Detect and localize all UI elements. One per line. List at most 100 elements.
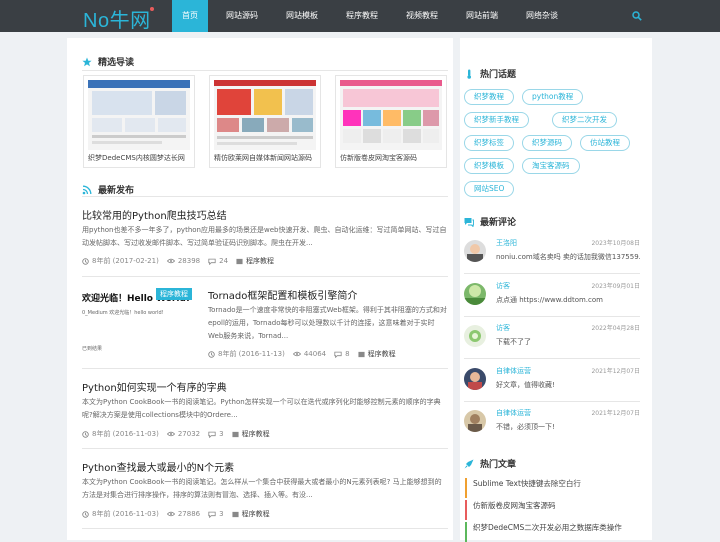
nav-misc[interactable]: 网络杂谈 <box>516 0 568 32</box>
tag[interactable]: 织梦教程 <box>464 89 514 105</box>
post-time: 8年前 (2016-11-03) <box>82 509 159 519</box>
avatar <box>464 410 486 432</box>
main-nav: 首页 网站源码 网站模板 程序教程 视频教程 网站前端 网络杂谈 <box>172 0 576 32</box>
clock-icon <box>82 257 89 265</box>
featured-caption: 精仿欧莱网自媒体新闻网站源码 <box>214 154 312 162</box>
tag[interactable]: 织梦新手教程 <box>464 112 529 128</box>
post-category[interactable]: 程序教程 <box>358 349 396 359</box>
post-time: 8年前 (2017-02-21) <box>82 256 159 266</box>
post-meta: 8年前 (2016-11-13) 44064 8 程序教程 <box>208 349 404 359</box>
tag[interactable]: 织梦二次开发 <box>552 112 617 128</box>
divider <box>82 528 448 529</box>
folder-icon <box>232 431 239 437</box>
comment-author[interactable]: 王洛阳 <box>496 238 517 248</box>
top-navbar: No牛网 首页 网站源码 网站模板 程序教程 视频教程 网站前端 网络杂谈 <box>0 0 720 32</box>
post-meta: 8年前 (2017-02-21) 28398 24 程序教程 <box>82 256 282 266</box>
tag[interactable]: 织梦模板 <box>464 158 514 174</box>
comment-date: 2023年10月08日 <box>591 240 640 247</box>
nav-templates[interactable]: 网站模板 <box>276 0 328 32</box>
post-category[interactable]: 程序教程 <box>232 429 270 439</box>
eye-icon <box>166 511 175 517</box>
rss-icon <box>82 185 92 194</box>
nav-tutorials[interactable]: 程序教程 <box>336 0 388 32</box>
featured-card-2[interactable]: 精仿欧莱网自媒体新闻网站源码 <box>209 75 321 168</box>
thumb-line: 已到结果 <box>82 346 103 352</box>
post-title[interactable]: 比较常用的Python爬虫技巧总结 <box>82 207 227 222</box>
featured-card-3[interactable]: 仿新版卷皮网淘宝客源码 <box>335 75 447 168</box>
comment-author[interactable]: 访客 <box>496 281 510 291</box>
comment-author[interactable]: 自律体运营 <box>496 366 531 376</box>
tag[interactable]: 织梦源码 <box>522 135 572 151</box>
comment-author[interactable]: 自律体运营 <box>496 408 531 418</box>
tag[interactable]: 织梦标签 <box>464 135 514 151</box>
tag[interactable]: 网站SEO <box>464 181 515 197</box>
comment-item[interactable]: 王洛阳 2023年10月08日 noniu.com域名卖吗 卖的话加我微信137… <box>464 238 640 268</box>
comment-icon <box>334 351 342 358</box>
comment-item[interactable]: 自律体运营 2021年12月07日 不错，必须顶一下! <box>464 408 640 438</box>
folder-icon <box>236 258 243 264</box>
comment-text: 点点通 https://www.ddtom.com <box>496 296 603 304</box>
post-comments: 3 <box>208 430 224 438</box>
nav-home[interactable]: 首页 <box>172 0 208 32</box>
post-title[interactable]: Python查找最大或最小的N个元素 <box>82 459 234 474</box>
tag[interactable]: 仿站教程 <box>580 135 630 151</box>
nav-frontend[interactable]: 网站前端 <box>456 0 508 32</box>
nav-source[interactable]: 网站源码 <box>216 0 268 32</box>
clock-icon <box>208 350 215 358</box>
post-title[interactable]: Python如何实现一个有序的字典 <box>82 379 227 394</box>
featured-card-1[interactable]: 织梦DedeCMS内核圆梦达长网 <box>83 75 195 168</box>
comment-item[interactable]: 访客 2023年09月01日 点点通 https://www.ddtom.com <box>464 281 640 311</box>
comment-author[interactable]: 访客 <box>496 323 510 333</box>
nav-videos[interactable]: 视频教程 <box>396 0 448 32</box>
comment-item[interactable]: 访客 2022年04月28日 下载不了了 <box>464 323 640 353</box>
site-logo[interactable]: No牛网 <box>83 4 151 33</box>
divider <box>464 316 640 317</box>
post-excerpt: 本文为Python CookBook一书的阅读笔记。Python怎样实现一个可以… <box>82 398 441 419</box>
comment-text: noniu.com域名卖吗 卖的话加我微信137559... <box>496 253 640 261</box>
post-excerpt: Tornado是一个速度非常快的非阻塞式Web框架。得利于其非阻塞的方式和对ep… <box>208 306 447 340</box>
avatar <box>464 368 486 390</box>
comment-item[interactable]: 自律体运营 2021年12月07日 好文章，值得收藏! <box>464 366 640 396</box>
post-excerpt: 用python也差不多一年多了，python应用最多的场景还是web快速开发、爬… <box>82 226 447 247</box>
category-badge[interactable]: 程序教程 <box>156 288 192 300</box>
eye-icon <box>166 258 175 264</box>
avatar <box>464 240 486 262</box>
post-meta: 8年前 (2016-11-03) 27886 3 程序教程 <box>82 509 278 519</box>
post-time: 8年前 (2016-11-03) <box>82 429 159 439</box>
post-title[interactable]: Tornado框架配置和模板引擎简介 <box>208 287 357 302</box>
hot-article-item[interactable]: Sublime Text快捷键去除空白行 <box>465 478 641 498</box>
comment-date: 2021年12月07日 <box>591 368 640 375</box>
featured-thumb <box>88 80 190 150</box>
hot-article-item[interactable]: 织梦DedeCMS二次开发必用之数据库类操作 <box>465 522 641 542</box>
post-category[interactable]: 程序教程 <box>236 256 274 266</box>
post-views: 44064 <box>292 350 326 358</box>
search-icon[interactable] <box>632 11 642 21</box>
comments-icon <box>464 217 474 227</box>
eye-icon <box>166 431 175 437</box>
avatar <box>464 325 486 347</box>
tag[interactable]: python教程 <box>522 89 584 105</box>
featured-caption: 仿新版卷皮网淘宝客源码 <box>340 154 417 162</box>
post-views: 28398 <box>166 257 200 265</box>
tag[interactable]: 淘宝客源码 <box>522 158 580 174</box>
featured-thumb <box>214 80 316 150</box>
comment-icon <box>208 258 216 265</box>
thermometer-icon <box>467 69 471 79</box>
post-category[interactable]: 程序教程 <box>232 509 270 519</box>
comment-date: 2023年09月01日 <box>591 283 640 290</box>
eye-icon <box>292 351 301 357</box>
featured-caption: 织梦DedeCMS内核圆梦达长网 <box>88 154 185 162</box>
post-time: 8年前 (2016-11-13) <box>208 349 285 359</box>
hot-article-item[interactable]: 仿新版卷皮网淘宝客源码 <box>465 500 641 520</box>
featured-thumb <box>340 80 442 150</box>
divider <box>82 448 448 449</box>
post-meta: 8年前 (2016-11-03) 27032 3 程序教程 <box>82 429 278 439</box>
divider <box>82 276 448 277</box>
post-views: 27032 <box>166 430 200 438</box>
thumb-line: 0_Medium 欢迎光临！hello world! <box>82 310 164 316</box>
folder-icon <box>232 511 239 517</box>
post-comments: 8 <box>334 350 350 358</box>
hot-tags-heading: 热门话题 <box>464 67 516 80</box>
divider <box>464 358 640 359</box>
post-views: 27886 <box>166 510 200 518</box>
